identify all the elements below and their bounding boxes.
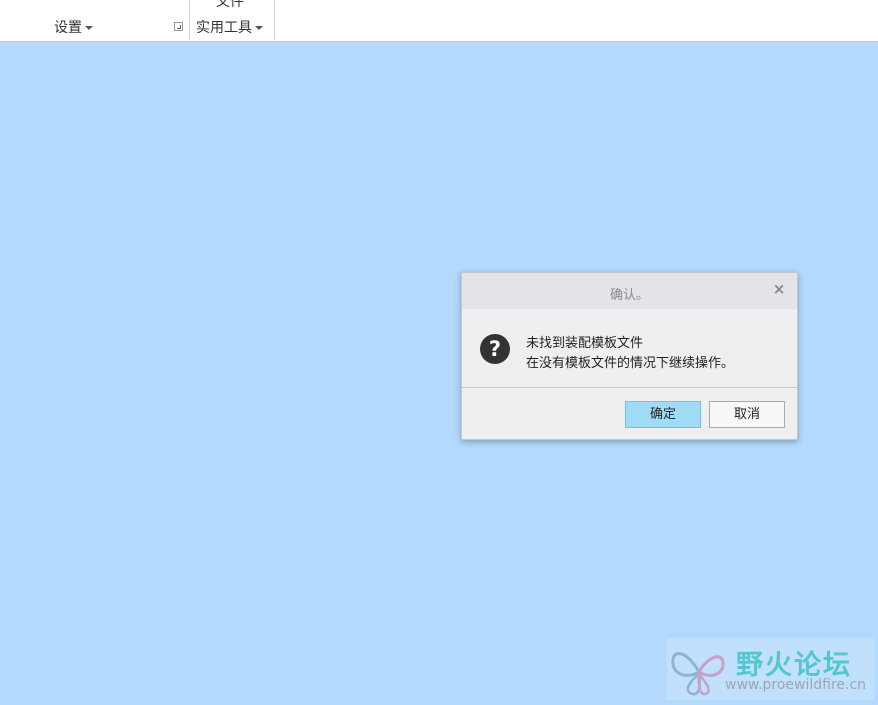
- ribbon-bar: 文件 设置 实用工具: [0, 0, 878, 42]
- dialog-title: 确认。: [609, 288, 649, 303]
- close-icon[interactable]: ×: [772, 282, 786, 297]
- butterfly-logo-icon: [671, 652, 725, 696]
- confirm-dialog: 确认。 × ? 未找到装配模板文件 在没有模板文件的情况下继续操作。 确定 取消: [461, 272, 798, 440]
- ribbon-cut-label: 文件: [216, 0, 244, 10]
- utilities-label: 实用工具: [196, 20, 252, 36]
- dialog-message-line: 未找到装配模板文件: [526, 336, 644, 351]
- dialog-message-line: 在没有模板文件的情况下继续操作。: [526, 356, 735, 371]
- dialog-titlebar[interactable]: 确认。 ×: [462, 273, 797, 309]
- utilities-dropdown[interactable]: 实用工具: [196, 17, 263, 37]
- dialog-launcher-icon[interactable]: [174, 22, 183, 31]
- ribbon-divider: [274, 0, 275, 40]
- settings-label: 设置: [54, 20, 82, 36]
- watermark-url: www.proewildfire.cn: [725, 677, 867, 693]
- cancel-button[interactable]: 取消: [709, 401, 785, 428]
- chevron-down-icon: [85, 25, 93, 30]
- dialog-divider: [462, 387, 797, 388]
- settings-dropdown[interactable]: 设置: [54, 17, 93, 37]
- ribbon-divider: [189, 0, 190, 40]
- watermark: 野火论坛 www.proewildfire.cn: [667, 638, 874, 700]
- ok-button[interactable]: 确定: [625, 401, 701, 428]
- chevron-down-icon: [255, 25, 263, 30]
- question-icon: ?: [480, 334, 510, 364]
